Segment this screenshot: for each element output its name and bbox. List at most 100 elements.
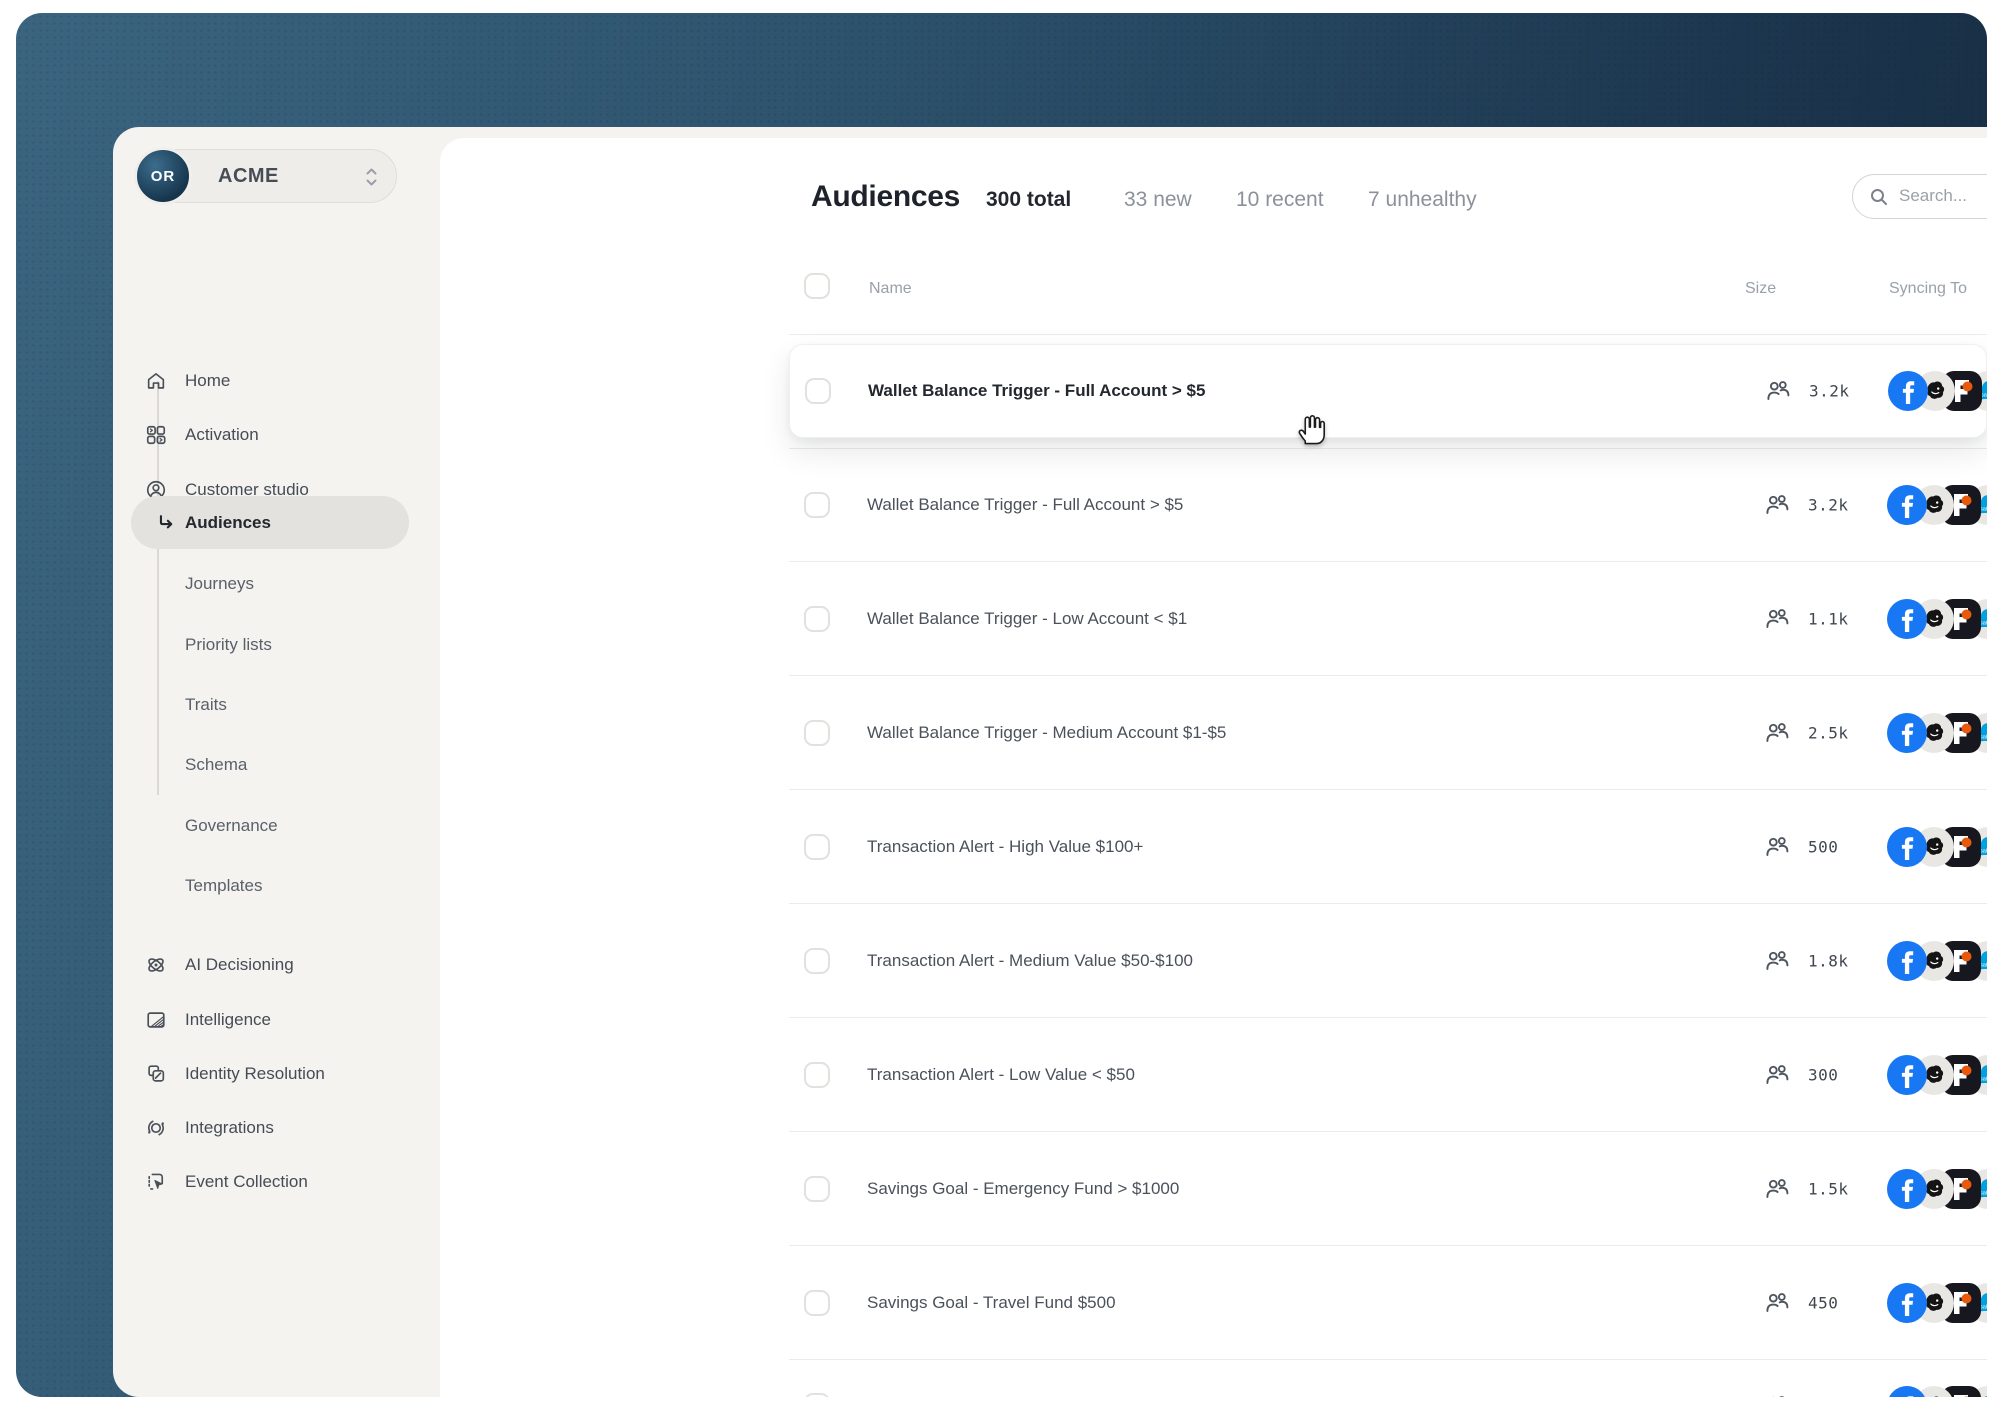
select-all-checkbox[interactable] — [804, 273, 830, 299]
sidebar-item-label: Journeys — [185, 574, 254, 593]
table-row[interactable]: Wallet Balance Trigger - Full Account > … — [789, 448, 1987, 562]
facebook-icon — [1887, 1168, 1927, 1209]
select-checkbox[interactable] — [804, 947, 830, 974]
stat-recent[interactable]: 10 recent — [1236, 188, 1324, 212]
table-row[interactable]: Savings Goal - Travel Fund $500 450 sa — [789, 1246, 1987, 1360]
select-checkbox[interactable] — [804, 1393, 830, 1397]
main-panel: Audiences 300 total 33 new 10 recent 7 u… — [440, 138, 1987, 1397]
sidebar-item-label: Traits — [185, 695, 227, 714]
sidebar-item-label: Home — [185, 371, 231, 390]
audience-name: Transaction Alert - High Value $100+ — [867, 836, 1144, 856]
column-header-syncing-to[interactable]: Syncing To — [1889, 280, 1967, 298]
facebook-icon — [1887, 598, 1927, 639]
select-checkbox[interactable] — [804, 1289, 830, 1316]
stat-total[interactable]: 300 total — [986, 188, 1071, 212]
stat-unhealthy[interactable]: 7 unhealthy — [1368, 188, 1477, 212]
sidebar-item-label: Integrations — [185, 1118, 274, 1137]
table-row[interactable]: Wallet Balance Trigger - Full Account > … — [789, 344, 1987, 438]
search-input[interactable] — [1899, 175, 1987, 217]
sidebar-item-templates[interactable]: Templates — [135, 859, 413, 913]
table-row[interactable]: Wallet Balance Trigger - Medium Account … — [789, 676, 1987, 790]
sidebar-item-activation[interactable]: Activation — [135, 408, 413, 462]
table-row[interactable]: Transaction Alert - Medium Value $50-$10… — [789, 904, 1987, 1018]
org-name: ACME — [218, 164, 279, 187]
svg-text:salesforce: salesforce — [1980, 620, 1987, 626]
syncing-destinations: salesforce — [1887, 712, 1987, 753]
select-checkbox[interactable] — [804, 719, 830, 746]
sidebar-item-priority-lists[interactable]: Priority lists — [135, 618, 413, 672]
facebook-icon — [1887, 1386, 1927, 1397]
sidebar-item-label: Governance — [185, 816, 278, 835]
select-checkbox[interactable] — [804, 1175, 830, 1202]
table-row[interactable]: Transaction Alert - Low Value < $50 300 — [789, 1018, 1987, 1132]
sidebar-item-label: AI Decisioning — [185, 955, 294, 974]
identity-resolution-icon — [145, 1063, 167, 1085]
select-checkbox[interactable] — [804, 1061, 830, 1088]
sidebar-item-identity-resolution[interactable]: Identity Resolution — [135, 1047, 413, 1101]
people-icon — [1764, 1176, 1791, 1207]
org-switcher[interactable]: OR ACME — [134, 147, 397, 205]
sidebar-item-label: Event Collection — [185, 1172, 308, 1191]
facebook-icon — [1887, 940, 1927, 981]
audience-name: Savings Goal - Emergency Fund > $1000 — [867, 1178, 1180, 1198]
sidebar-item-schema[interactable]: Schema — [135, 738, 413, 792]
audience-name: Wallet Balance Trigger - Low Account < $… — [867, 608, 1188, 628]
svg-text:salesforce: salesforce — [1980, 507, 1987, 513]
facebook-icon — [1888, 371, 1928, 411]
select-checkbox[interactable] — [804, 833, 830, 860]
audience-size: 450 — [1808, 1293, 1839, 1312]
table-row[interactable]: Wallet Balance Trigger - Low Account < $… — [789, 562, 1987, 676]
sidebar-item-audiences[interactable]: Audiences — [135, 496, 413, 550]
intelligence-icon — [145, 1009, 167, 1031]
syncing-destinations: salesforce — [1888, 371, 1987, 411]
sidebar-item-event-collection[interactable]: Event Collection — [135, 1155, 413, 1209]
select-checkbox[interactable] — [805, 378, 831, 404]
audience-name: Savings Goal - Travel Fund $500 — [867, 1292, 1116, 1312]
audience-name: Wallet Balance Trigger - Full Account > … — [868, 381, 1206, 400]
audience-size: 1.1k — [1808, 609, 1849, 628]
people-icon — [1764, 492, 1791, 523]
svg-text:salesforce: salesforce — [1980, 1190, 1987, 1196]
search-icon — [1871, 189, 1887, 205]
column-header-size[interactable]: Size — [1745, 280, 1776, 298]
sidebar-item-traits[interactable]: Traits — [135, 678, 413, 732]
sidebar-item-label: Intelligence — [185, 1010, 272, 1029]
audience-size: 2.3k — [1808, 1397, 1849, 1398]
table-row[interactable]: Savings Goal - Tuition Fund $1000 2.3k — [789, 1349, 1987, 1397]
sidebar-item-governance[interactable]: Governance — [135, 799, 413, 853]
facebook-icon — [1887, 1282, 1927, 1323]
syncing-destinations: salesforce — [1887, 485, 1987, 525]
chevron-updown-icon — [363, 163, 380, 196]
sidebar-item-ai-decisioning[interactable]: AI Decisioning — [135, 938, 413, 992]
audience-name: Wallet Balance Trigger - Full Account > … — [867, 495, 1184, 514]
facebook-icon — [1887, 826, 1927, 867]
syncing-destinations: salesforce — [1887, 826, 1987, 867]
column-header-name[interactable]: Name — [869, 280, 912, 298]
select-checkbox[interactable] — [804, 492, 830, 518]
table-row[interactable]: Transaction Alert - High Value $100+ 500 — [789, 790, 1987, 904]
svg-text:salesforce: salesforce — [1980, 848, 1987, 854]
table-row[interactable]: Savings Goal - Emergency Fund > $1000 1.… — [789, 1132, 1987, 1246]
people-icon — [1764, 1290, 1791, 1321]
sidebar-item-journeys[interactable]: Journeys — [135, 557, 413, 611]
select-checkbox[interactable] — [804, 605, 830, 632]
ai-decisioning-icon — [145, 954, 167, 976]
audience-name: Transaction Alert - Low Value < $50 — [867, 1064, 1135, 1084]
audience-size: 3.2k — [1809, 381, 1850, 401]
sidebar-item-label: Schema — [185, 755, 248, 774]
search-box[interactable] — [1852, 174, 1987, 219]
sidebar-item-integrations[interactable]: Integrations — [135, 1101, 413, 1155]
integrations-icon — [145, 1117, 167, 1139]
svg-text:salesforce: salesforce — [1980, 734, 1987, 740]
stat-new[interactable]: 33 new — [1124, 188, 1192, 212]
return-arrow-icon — [155, 512, 177, 534]
sidebar-item-home[interactable]: Home — [135, 354, 413, 408]
sidebar-item-intelligence[interactable]: Intelligence — [135, 993, 413, 1047]
syncing-destinations: salesforce — [1887, 1054, 1987, 1095]
sidebar-item-label: Priority lists — [185, 635, 272, 654]
app-window: OR ACME Home Activation Customer studio … — [113, 127, 1987, 1397]
event-collection-icon — [145, 1171, 167, 1193]
people-icon — [1764, 948, 1791, 979]
sidebar-item-label: Audiences — [185, 513, 271, 532]
audience-size: 1.5k — [1808, 1179, 1849, 1198]
